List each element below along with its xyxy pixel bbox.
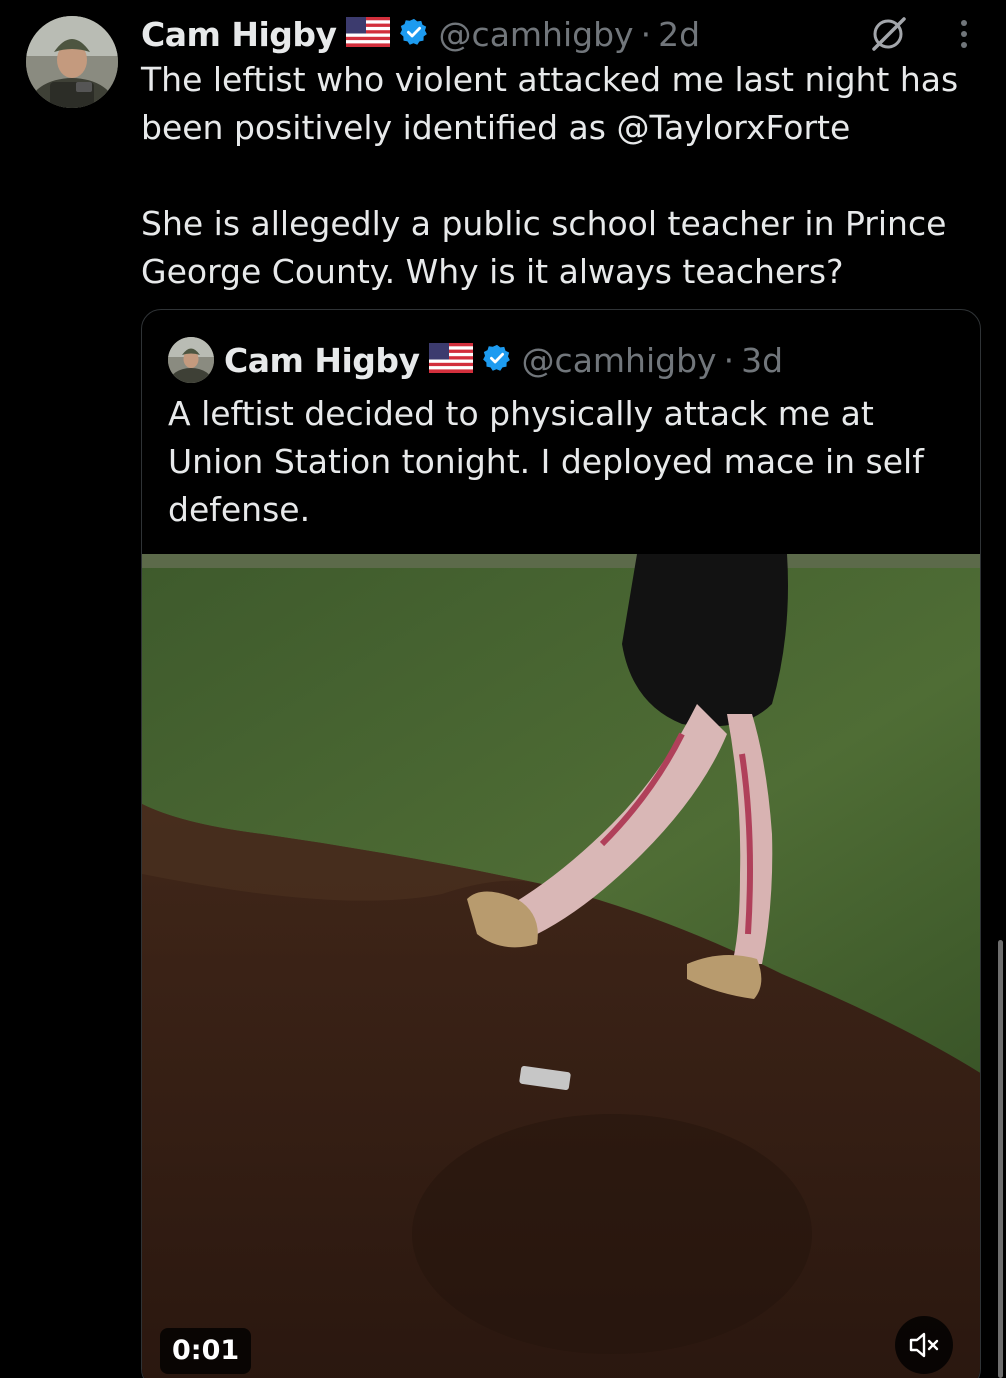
quoted-author-handle[interactable]: @camhigby bbox=[522, 341, 717, 380]
tweet-time[interactable]: 2d bbox=[658, 15, 700, 54]
video-frame bbox=[142, 554, 980, 1378]
quoted-tweet[interactable]: Cam Higby @camhigby · 3d A leftist decid… bbox=[141, 309, 981, 1378]
author-name[interactable]: Cam Higby bbox=[141, 15, 337, 54]
author-avatar[interactable] bbox=[26, 16, 118, 108]
mute-toggle-button[interactable] bbox=[895, 1316, 953, 1374]
separator-dot: · bbox=[640, 14, 652, 54]
verified-badge-icon[interactable] bbox=[399, 17, 429, 51]
quoted-author-avatar[interactable] bbox=[168, 337, 214, 383]
tweet-text: The leftist who violent attacked me last… bbox=[141, 60, 959, 291]
muted-speaker-icon bbox=[907, 1328, 941, 1362]
author-handle[interactable]: @camhigby bbox=[439, 15, 634, 54]
video-timestamp: 0:01 bbox=[160, 1328, 252, 1374]
tweet-header: Cam Higby @camhigby · 2d bbox=[141, 12, 700, 56]
quoted-tweet-text: A leftist decided to physically attack m… bbox=[168, 394, 924, 529]
us-flag-icon bbox=[428, 343, 473, 377]
quoted-author-name[interactable]: Cam Higby bbox=[224, 341, 420, 380]
verified-badge-icon[interactable] bbox=[482, 343, 512, 377]
quoted-tweet-header: Cam Higby @camhigby · 3d bbox=[224, 337, 783, 383]
separator-dot: · bbox=[723, 340, 735, 380]
more-options-icon[interactable] bbox=[944, 14, 984, 54]
us-flag-icon bbox=[345, 17, 390, 51]
quoted-tweet-time[interactable]: 3d bbox=[741, 341, 783, 380]
video-player[interactable]: 0:01 bbox=[142, 554, 980, 1378]
grok-icon[interactable] bbox=[866, 10, 912, 56]
scrollbar[interactable] bbox=[998, 940, 1003, 1378]
